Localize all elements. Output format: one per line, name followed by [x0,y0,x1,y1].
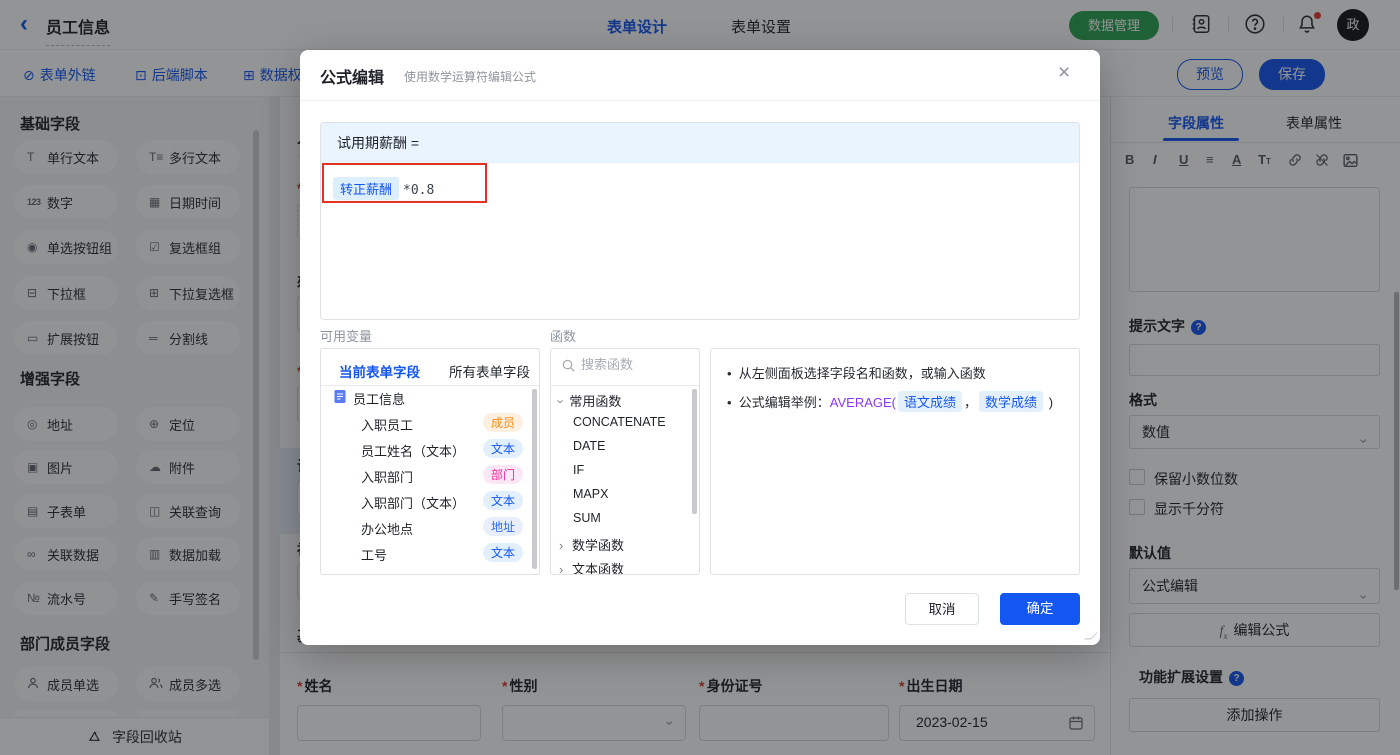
formula-editor-area[interactable]: 试用期薪酬 = 转正薪酬 *0.8 [320,122,1080,320]
type-badge: 文本 [482,543,523,562]
tip-line-2: • 公式编辑举例：AVERAGE(语文成绩，数学成绩 ) [727,391,1053,412]
example-chip: 语文成绩 [898,391,963,412]
example-chip: 数学成绩 [979,391,1044,412]
form-doc-icon [333,389,347,407]
variable-row[interactable]: 员工姓名（文本） 文本 [321,438,539,462]
function-item[interactable]: MAPX [573,487,608,501]
variable-row[interactable]: 入职部门（文本） 文本 [321,490,539,514]
function-search-input[interactable] [581,357,681,372]
cancel-button[interactable]: 取消 [905,593,979,625]
chevron-icon: › [553,399,569,404]
variables-panel: 当前表单字段 所有表单字段 员工信息 入职员工 成员 员工姓名（文本） 文本 入职部… [320,348,540,575]
modal-subtitle: 使用数学运算符编辑公式 [404,70,537,84]
divider [551,385,699,386]
search-icon [561,358,576,378]
tab-all-form-fields[interactable]: 所有表单字段 [449,361,530,381]
function-item[interactable]: SUM [573,511,601,525]
variables-label: 可用变量 [320,329,373,344]
type-badge: 部门 [482,465,523,484]
modal-title: 公式编辑 [320,70,385,87]
formula-editor-modal: 公式编辑 使用数学运算符编辑公式 × 试用期薪酬 = 转正薪酬 *0.8 可用变量… [300,50,1100,645]
variable-row[interactable]: 工号 文本 [321,542,539,566]
tab-current-form-fields[interactable]: 当前表单字段 [339,361,420,381]
functions-panel: ›常用函数 CONCATENATE DATE IF MAPX SUM ›数学函数… [550,348,700,575]
field-chip[interactable]: 转正薪酬 [333,177,400,200]
variable-row[interactable]: 办公地点 地址 [321,516,539,540]
function-group-text[interactable]: › 文本函数 [559,559,699,575]
functions-label: 函数 [550,329,577,344]
resize-handle[interactable] [1084,632,1098,640]
formula-expression[interactable]: *0.8 [403,183,434,198]
type-badge: 文本 [482,491,523,510]
type-badge: 成员 [482,413,523,432]
functions-scrollbar[interactable] [692,389,697,514]
variable-row[interactable]: 入职部门 部门 [321,464,539,488]
confirm-button[interactable]: 确定 [1000,593,1080,625]
variables-scrollbar[interactable] [532,389,537,569]
formula-target: 试用期薪酬 = [321,123,1079,163]
function-item[interactable]: DATE [573,439,605,453]
divider [300,100,1100,101]
tips-panel: • 从左侧面板选择字段名和函数，或输入函数 • 公式编辑举例：AVERAGE(语… [710,348,1080,575]
chevron-icon: › [559,538,564,553]
type-badge: 地址 [482,517,523,536]
chevron-icon: › [559,562,564,575]
variable-group-row[interactable]: 员工信息 [321,386,539,410]
close-icon[interactable]: × [1058,61,1070,85]
function-group-math[interactable]: › 数学函数 [559,535,699,554]
variable-row[interactable]: 入职员工 成员 [321,412,539,436]
type-badge: 文本 [482,439,523,458]
tip-line-1: • 从左侧面板选择字段名和函数，或输入函数 [727,366,986,381]
function-group-common[interactable]: ›常用函数 [554,391,699,410]
function-item[interactable]: CONCATENATE [573,415,666,429]
function-item[interactable]: IF [573,463,584,477]
